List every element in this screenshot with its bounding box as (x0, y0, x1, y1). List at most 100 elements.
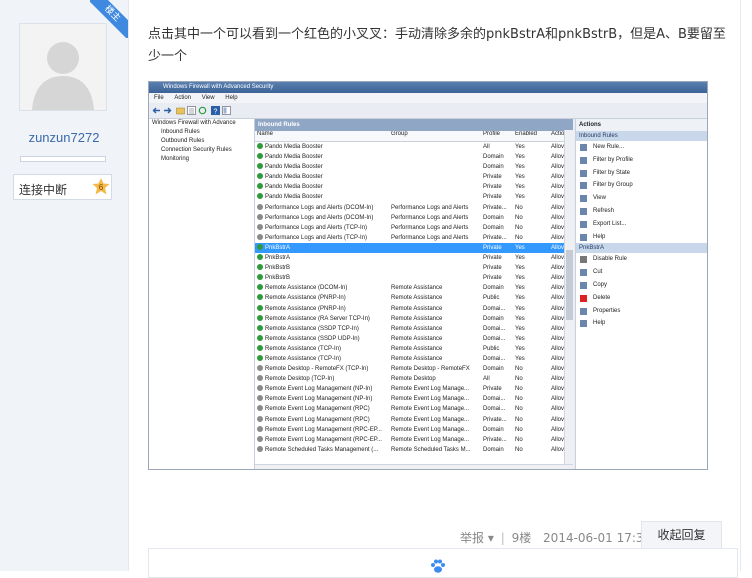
table-row[interactable]: Remote Scheduled Tasks Management (... Re… (255, 445, 573, 455)
rule-enabled-icon (257, 314, 263, 321)
tree-monitoring[interactable]: Monitoring (149, 155, 254, 164)
action-delete[interactable]: Delete (576, 292, 707, 305)
level-badge[interactable]: 连接中断 6 (13, 174, 112, 200)
table-row[interactable]: Pando Media Booster Domain Yes Allov (255, 162, 573, 172)
username-link[interactable]: zunzun7272 (0, 130, 128, 145)
cell-profile: Domai... (483, 404, 513, 414)
table-row[interactable]: Remote Event Log Management (NP-In) Remot… (255, 384, 573, 394)
cell-enabled: Yes (515, 263, 545, 273)
table-row[interactable]: Remote Assistance (DCOM-In) Remote Assist… (255, 283, 573, 293)
cell-profile: Domai... (483, 354, 513, 364)
tree-inbound-rules[interactable]: Inbound Rules (149, 128, 254, 137)
actions-section-inbound[interactable]: Inbound Rules (576, 131, 707, 141)
tree-outbound-rules[interactable]: Outbound Rules (149, 137, 254, 146)
report-link[interactable]: 举报 ▾ (460, 531, 494, 545)
cell-text: Remote Scheduled Tasks M... (391, 446, 471, 453)
tree-root[interactable]: Windows Firewall with Advance (149, 119, 254, 128)
cell-text: No (515, 436, 523, 443)
table-row[interactable]: Remote Event Log Management (RPC-EP... Re… (255, 435, 573, 445)
action-refresh[interactable]: Refresh (576, 205, 707, 218)
table-row[interactable]: Remote Desktop (TCP-In) Remote Desktop All… (255, 374, 573, 384)
action-cut[interactable]: Cut (576, 266, 707, 279)
table-row[interactable]: Performance Logs and Alerts (DCOM-In) Per… (255, 213, 573, 223)
cell-name: Performance Logs and Alerts (DCOM-In) (257, 203, 389, 213)
menu-view: View (201, 95, 215, 101)
cell-text: Remote Desktop (TCP-In) (265, 376, 335, 383)
action-help[interactable]: Help (576, 317, 707, 330)
cell-text: Yes (515, 345, 525, 352)
table-row[interactable]: Performance Logs and Alerts (DCOM-In) Per… (255, 203, 573, 213)
action-export[interactable]: Export List... (576, 218, 707, 231)
action-label: Filter by State (593, 169, 631, 176)
cell-text: Allov (551, 325, 565, 332)
table-row[interactable]: Remote Assistance (SSDP UDP-In) Remote As… (255, 334, 573, 344)
cell-text: Allov (551, 164, 565, 171)
action-properties[interactable]: Properties (576, 305, 707, 318)
table-row[interactable]: Performance Logs and Alerts (TCP-In) Perf… (255, 223, 573, 233)
rule-disabled-icon (257, 445, 263, 452)
rules-list: Pando Media Booster All Yes Allov Pando Medi… (255, 142, 573, 455)
cell-name: Performance Logs and Alerts (DCOM-In) (257, 213, 389, 223)
cell-text: Remote Assistance (DCOM-In) (265, 285, 348, 292)
cell-text: Yes (515, 184, 525, 191)
action-copy[interactable]: Copy (576, 279, 707, 292)
table-row[interactable]: Remote Assistance (PNRP-In) Remote Assist… (255, 293, 573, 303)
cell-name: Pando Media Booster (257, 182, 389, 192)
table-row[interactable]: Pando Media Booster Private Yes Allov (255, 172, 573, 182)
column-group[interactable]: Group (391, 131, 479, 137)
table-row[interactable]: Pando Media Booster Private Yes Allov (255, 192, 573, 202)
table-row[interactable]: Remote Event Log Management (NP-In) Remot… (255, 394, 573, 404)
table-row[interactable]: PnkBstrB Private Yes Allov (255, 263, 573, 273)
scrollbar-thumb[interactable] (566, 250, 573, 320)
actions-section-selected[interactable]: PnkBstrA (576, 243, 707, 254)
column-name[interactable]: Name (257, 131, 389, 137)
cell-enabled: Yes (515, 304, 545, 314)
export-icon (580, 220, 587, 228)
table-row[interactable]: Remote Assistance (RA Server TCP-In) Remo… (255, 314, 573, 324)
rules-vertical-scrollbar[interactable] (564, 130, 574, 464)
cell-text: Allov (551, 234, 565, 241)
cell-group: Performance Logs and Alerts (391, 223, 479, 233)
table-row[interactable]: Remote Assistance (TCP-In) Remote Assista… (255, 344, 573, 354)
cell-text: Public (483, 295, 500, 302)
table-row[interactable]: PnkBstrA Private Yes Allov (255, 242, 573, 254)
action-view[interactable]: View (576, 192, 707, 205)
table-row[interactable]: PnkBstrA Private Yes Allov (255, 253, 573, 263)
cell-text: No (515, 224, 523, 231)
table-row[interactable]: Pando Media Booster Private Yes Allov (255, 182, 573, 192)
column-enabled[interactable]: Enabled (515, 131, 545, 137)
cell-text: No (515, 396, 523, 403)
table-row[interactable]: Remote Assistance (TCP-In) Remote Assista… (255, 354, 573, 364)
rules-horizontal-scrollbar[interactable] (255, 464, 573, 469)
cell-group: Remote Assistance (391, 293, 479, 303)
table-row[interactable]: Remote Assistance (PNRP-In) Remote Assist… (255, 304, 573, 314)
table-row[interactable]: Remote Event Log Management (RPC) Remote … (255, 404, 573, 414)
cell-text: Domain (483, 446, 504, 453)
table-row[interactable]: Pando Media Booster All Yes Allov (255, 142, 573, 152)
action-help[interactable]: Help (576, 231, 707, 244)
cell-name: Pando Media Booster (257, 192, 389, 202)
action-filter-state[interactable]: Filter by State (576, 167, 707, 180)
cell-enabled: Yes (515, 152, 545, 162)
table-row[interactable]: Remote Event Log Management (RPC-EP... Re… (255, 425, 573, 435)
action-filter-profile[interactable]: Filter by Profile (576, 154, 707, 167)
collapse-replies-button[interactable]: 收起回复 (641, 521, 722, 549)
action-disable[interactable]: Disable Rule (576, 253, 707, 266)
cell-profile: All (483, 374, 513, 384)
table-row[interactable]: Pando Media Booster Domain Yes Allov (255, 152, 573, 162)
table-row[interactable]: Remote Assistance (SSDP TCP-In) Remote As… (255, 324, 573, 334)
table-row[interactable]: Remote Event Log Management (RPC) Remote … (255, 415, 573, 425)
tree-connection-security-rules[interactable]: Connection Security Rules (149, 146, 254, 155)
table-row[interactable]: PnkBstrB Private Yes Allov (255, 273, 573, 283)
column-profile[interactable]: Profile (483, 131, 513, 137)
cell-profile: Private (483, 182, 513, 192)
table-row[interactable]: Performance Logs and Alerts (TCP-In) Perf… (255, 233, 573, 243)
table-row[interactable]: Remote Desktop - RemoteFX (TCP-In) Remote… (255, 364, 573, 374)
cell-text: Remote Assistance (TCP-In) (265, 355, 342, 362)
copy-icon (580, 281, 587, 289)
reply-box[interactable] (148, 548, 738, 578)
action-filter-group[interactable]: Filter by Group (576, 179, 707, 192)
firewall-screenshot-image[interactable]: Windows Firewall with Advanced Security … (148, 81, 708, 470)
cell-text: Allov (551, 436, 565, 443)
action-new-rule[interactable]: New Rule... (576, 141, 707, 154)
